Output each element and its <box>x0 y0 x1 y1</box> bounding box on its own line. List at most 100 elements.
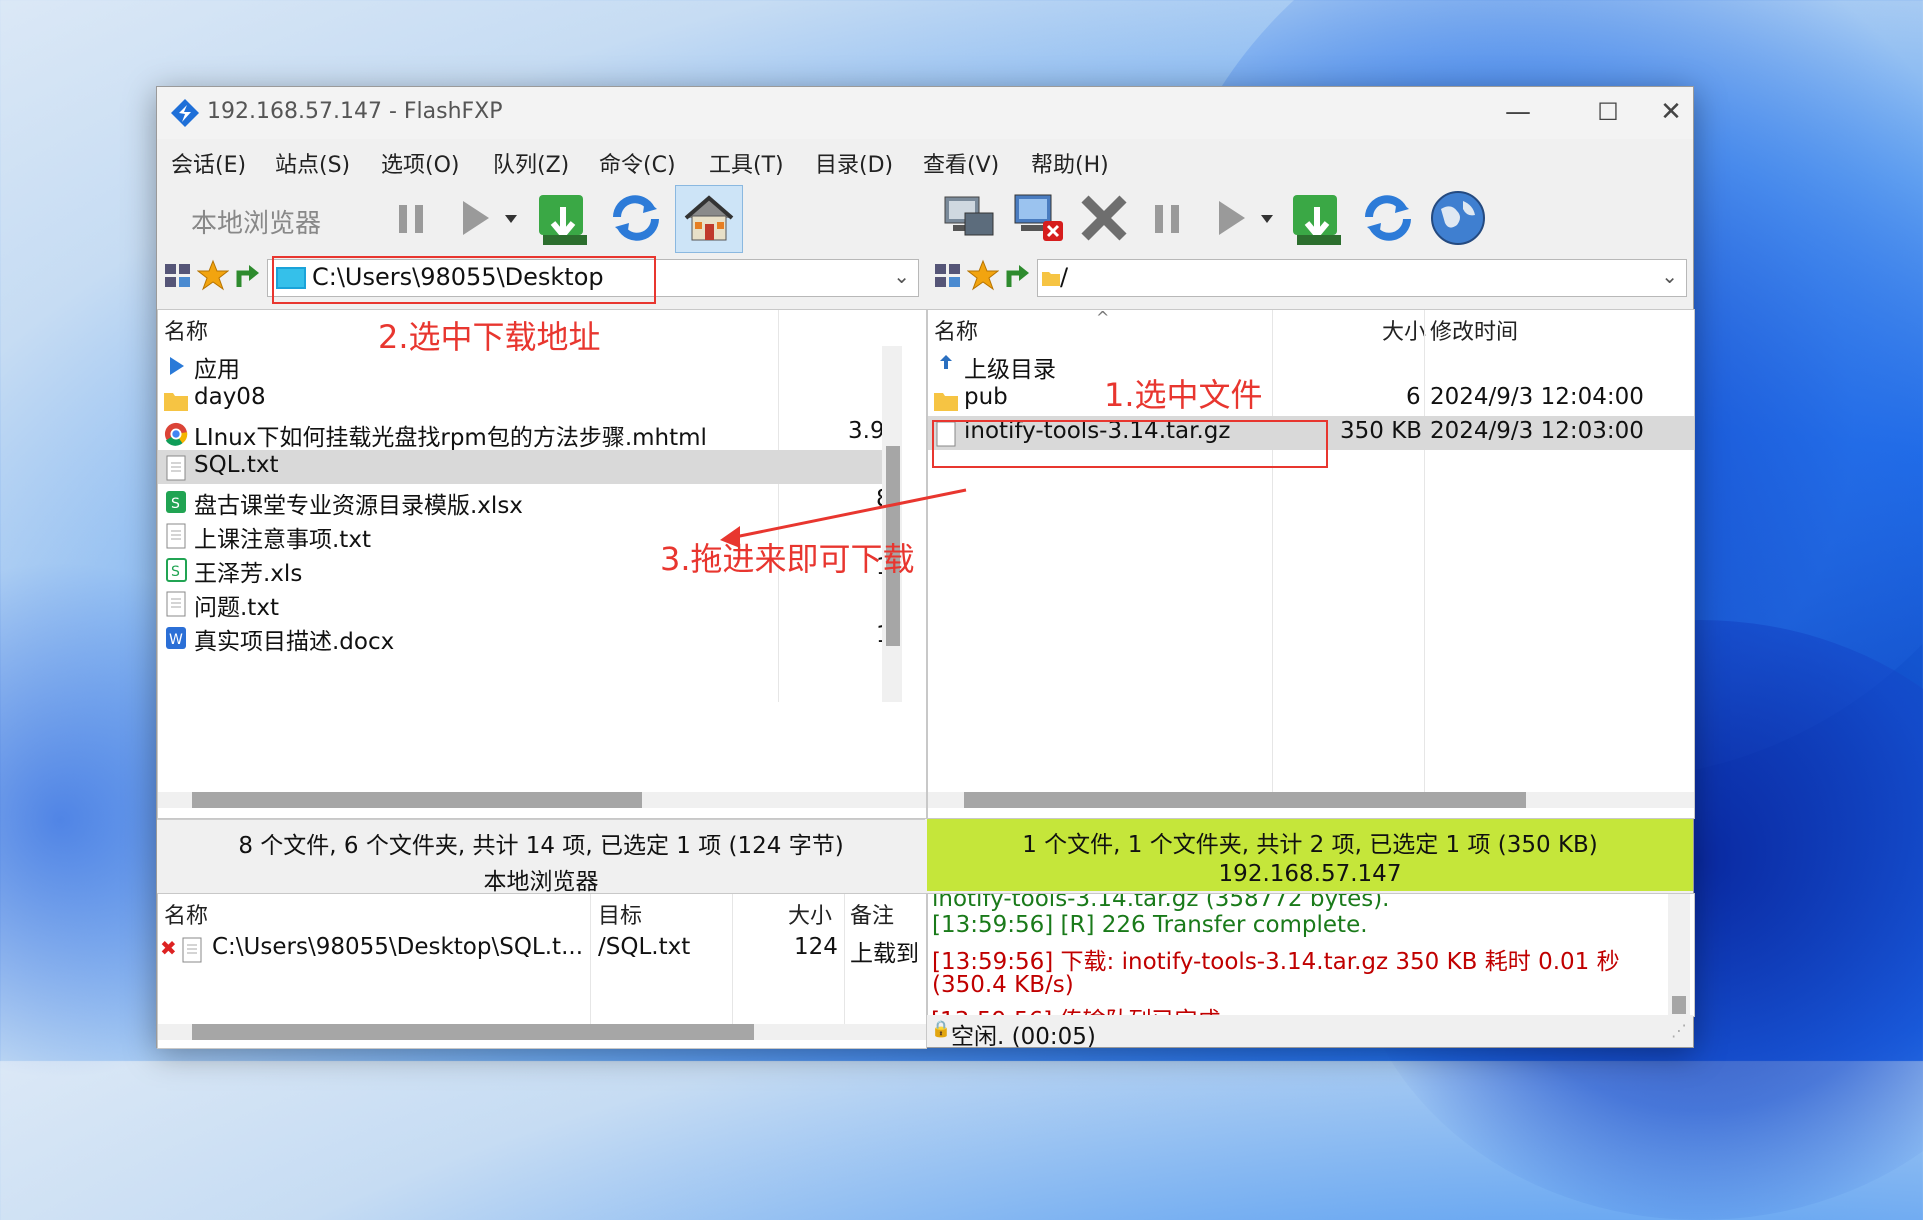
queue-header-note[interactable]: 备注 <box>850 898 894 930</box>
local-header-name[interactable]: 名称 <box>164 314 208 346</box>
vertical-scrollbar[interactable] <box>1668 894 1690 1016</box>
annotation-box-path <box>272 256 656 304</box>
lock-icon: 🔒 <box>931 1019 951 1038</box>
list-item[interactable]: 上级目录 <box>928 348 1694 383</box>
up-directory-remote-icon[interactable] <box>1003 259 1033 291</box>
maximize-button[interactable]: ☐ <box>1563 87 1653 139</box>
disconnect-icon[interactable] <box>1007 187 1069 249</box>
svg-text:S: S <box>171 564 180 580</box>
annotation-step2: 2.选中下载地址 <box>378 318 601 356</box>
text-file-icon <box>166 591 186 617</box>
local-toolbar: 本地浏览器 <box>157 183 925 253</box>
horizontal-scrollbar-thumb[interactable] <box>964 792 1526 808</box>
local-status-label: 本地浏览器 <box>483 869 599 895</box>
menu-help[interactable]: 帮助(H) <box>1031 147 1109 179</box>
text-file-icon <box>182 937 202 963</box>
flashfxp-logo-icon <box>171 99 199 127</box>
queue-item[interactable]: ✖ C:\Users\98055\Desktop\SQL.t... /SQL.t… <box>158 932 926 967</box>
site-list-remote-icon[interactable] <box>933 261 963 291</box>
file-size: 6 <box>1406 384 1421 410</box>
list-item[interactable]: W 真实项目描述.docx 1 <box>158 620 926 655</box>
remote-status-bar: 1 个文件, 1 个文件夹, 共计 2 项, 已选定 1 项 (350 KB) … <box>927 819 1693 891</box>
svg-text:S: S <box>171 496 180 512</box>
site-list-icon[interactable] <box>163 261 193 291</box>
chevron-down-icon[interactable] <box>501 187 521 249</box>
file-name: LInux下如何挂载光盘找rpm包的方法步骤.mhtml <box>194 425 707 451</box>
menu-queue[interactable]: 队列(Z) <box>493 147 569 179</box>
title-bar[interactable]: 192.168.57.147 - FlashFXP — ☐ ✕ <box>157 87 1693 139</box>
up-directory-icon[interactable] <box>233 259 263 291</box>
list-item[interactable]: pub 6 2024/9/3 12:04:00 <box>928 382 1694 416</box>
local-status-summary: 8 个文件, 6 个文件夹, 共计 14 项, 已选定 1 项 (124 字节) <box>238 833 844 859</box>
flashfxp-window: 192.168.57.147 - FlashFXP — ☐ ✕ 会话(E) 站点… <box>156 86 1695 1050</box>
close-button[interactable]: ✕ <box>1649 87 1693 139</box>
vertical-scrollbar-thumb[interactable] <box>1672 996 1686 1014</box>
home-button[interactable] <box>675 185 743 253</box>
remote-status-host: 192.168.57.147 <box>1218 861 1402 887</box>
queue-item-target: /SQL.txt <box>598 934 691 960</box>
local-browser-label: 本地浏览器 <box>191 209 322 239</box>
menu-commands[interactable]: 命令(C) <box>599 147 676 179</box>
pause-remote-icon[interactable] <box>1137 187 1199 249</box>
remote-path-text: / <box>1060 263 1069 291</box>
menu-view[interactable]: 查看(V) <box>923 147 999 179</box>
chevron-down-remote-icon[interactable]: ⌄ <box>1661 264 1678 288</box>
file-name: day08 <box>194 384 266 410</box>
horizontal-scrollbar[interactable] <box>158 792 926 808</box>
transfer-queue[interactable]: 名称 目标 大小 备注 ✖ C:\Users\98055\Desktop\SQL… <box>157 893 927 1049</box>
folder-icon <box>1042 272 1060 286</box>
refresh-remote-icon[interactable] <box>1357 187 1419 249</box>
file-modified: 2024/9/3 12:03:00 <box>1430 418 1644 444</box>
file-name: 王泽芳.xls <box>194 561 303 587</box>
file-name: 问题.txt <box>194 595 279 621</box>
remote-path-field[interactable]: / ⌄ <box>1037 259 1687 297</box>
play-remote-icon[interactable] <box>1199 187 1261 249</box>
chevron-down-icon[interactable]: ⌄ <box>893 264 910 288</box>
parent-dir-icon <box>940 355 952 369</box>
horizontal-scrollbar[interactable] <box>928 792 1694 808</box>
download-icon[interactable] <box>533 187 595 249</box>
queue-header-name[interactable]: 名称 <box>164 898 208 930</box>
abort-x-icon[interactable] <box>1073 187 1135 249</box>
chevron-down-remote-icon[interactable] <box>1257 187 1277 249</box>
star-favorites-icon[interactable] <box>197 259 229 291</box>
menu-tools[interactable]: 工具(T) <box>709 147 784 179</box>
file-modified: 2024/9/3 12:04:00 <box>1430 384 1644 410</box>
remote-file-list[interactable]: 名称 ^ 大小 修改时间 上级目录 pub 6 2024/9/3 12:04:0… <box>927 309 1695 819</box>
annotation-arrow-icon <box>720 488 967 548</box>
menu-session[interactable]: 会话(E) <box>171 147 246 179</box>
connect-icon[interactable] <box>937 187 999 249</box>
pause-icon[interactable] <box>381 187 443 249</box>
minimize-button[interactable]: — <box>1473 87 1563 139</box>
menu-sites[interactable]: 站点(S) <box>275 147 350 179</box>
list-item[interactable]: LInux下如何挂载光盘找rpm包的方法步骤.mhtml 3.96 <box>158 416 926 451</box>
failed-x-icon: ✖ <box>160 936 177 960</box>
list-item-selected[interactable]: SQL.txt <box>158 450 890 484</box>
remote-header-modified[interactable]: 修改时间 <box>1430 314 1518 346</box>
menu-options[interactable]: 选项(O) <box>381 147 459 179</box>
menu-directory[interactable]: 目录(D) <box>815 147 893 179</box>
list-item[interactable]: day08 2 <box>158 382 926 416</box>
remote-header-size[interactable]: 大小 <box>1382 314 1426 346</box>
file-name: 上级目录 <box>964 357 1056 383</box>
queue-item-name: C:\Users\98055\Desktop\SQL.t... <box>212 934 584 960</box>
queue-header-size[interactable]: 大小 <box>788 898 832 930</box>
resize-grip-icon[interactable]: ⋰ <box>1671 1021 1687 1040</box>
horizontal-scrollbar[interactable] <box>158 1024 926 1040</box>
chrome-icon <box>164 422 188 446</box>
word-doc-icon: W <box>166 627 186 649</box>
list-item[interactable]: 问题.txt <box>158 586 926 621</box>
shortcut-arrow-icon <box>170 357 184 375</box>
horizontal-scrollbar-thumb[interactable] <box>192 792 642 808</box>
refresh-icon[interactable] <box>605 187 667 249</box>
play-icon[interactable] <box>443 187 505 249</box>
download-remote-icon[interactable] <box>1287 187 1349 249</box>
queue-header-target[interactable]: 目标 <box>598 898 642 930</box>
annotation-step1: 1.选中文件 <box>1104 376 1263 414</box>
horizontal-scrollbar-thumb[interactable] <box>192 1024 754 1040</box>
remote-header-name[interactable]: 名称 <box>934 314 978 346</box>
window-title: 192.168.57.147 - FlashFXP <box>207 99 503 124</box>
globe-icon[interactable] <box>1427 187 1489 249</box>
star-favorites-remote-icon[interactable] <box>967 259 999 291</box>
file-name: 盘古课堂专业资源目录模版.xlsx <box>194 493 523 519</box>
